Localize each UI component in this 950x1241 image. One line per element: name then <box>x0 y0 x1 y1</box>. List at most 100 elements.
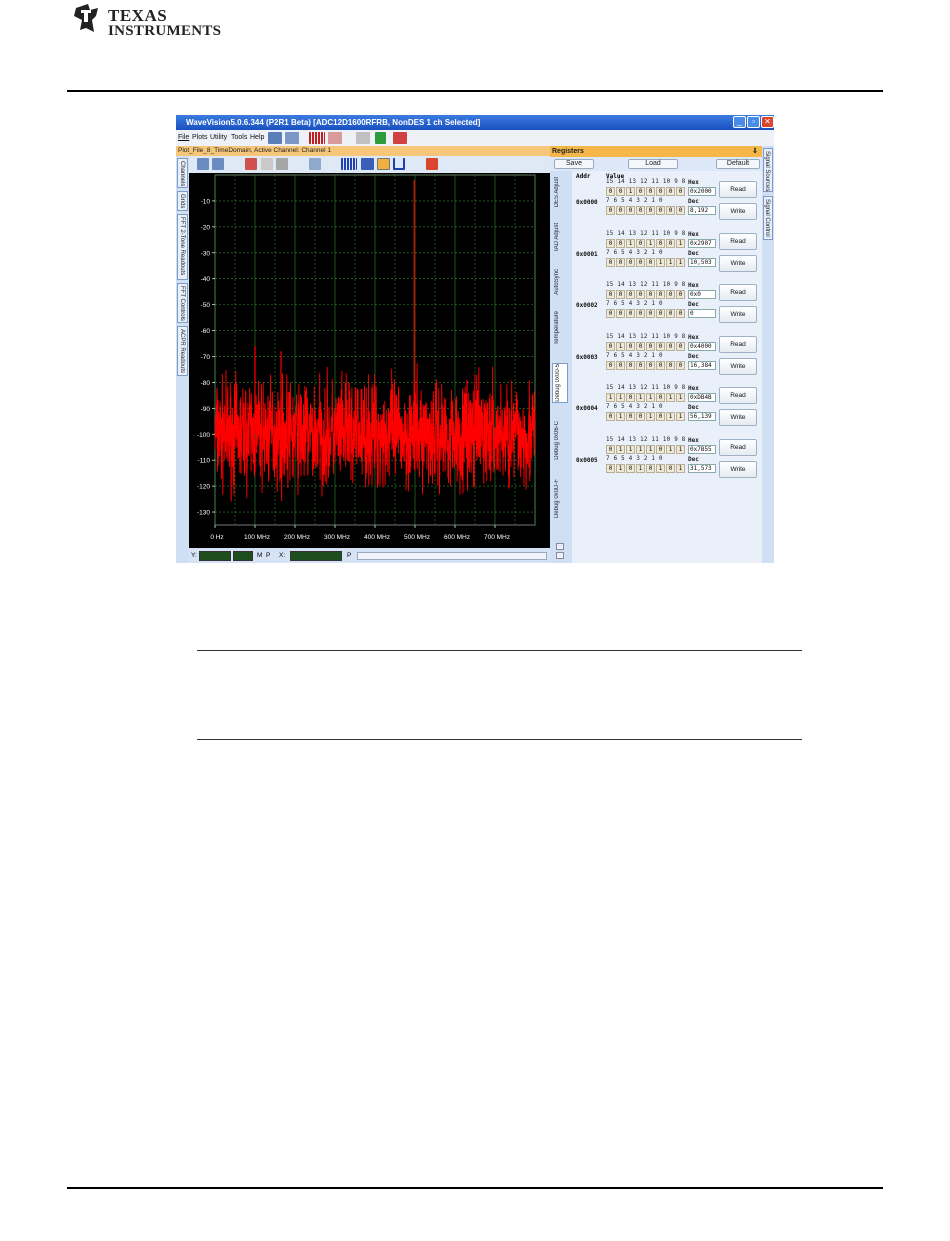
bit-cell[interactable]: 0 <box>646 360 655 370</box>
tab-debug-0x00-5[interactable]: Debug 0x00-5 <box>552 363 568 403</box>
hex-value[interactable]: 0x7B55 <box>688 444 716 454</box>
horizontal-scrollbar[interactable] <box>357 552 547 560</box>
read-button[interactable]: Read <box>719 438 757 456</box>
write-button[interactable]: Write <box>719 254 757 272</box>
load-button[interactable]: Load <box>628 159 678 169</box>
hex-value[interactable]: 0x4000 <box>688 341 716 351</box>
export-icon[interactable] <box>285 132 299 144</box>
bit-cell[interactable]: 0 <box>646 257 655 267</box>
plot-document-tab[interactable]: Plot_File_8_TimeDomain, Active Channel: … <box>176 146 550 156</box>
m-toggle[interactable]: M <box>257 552 262 559</box>
bit-cell[interactable]: 0 <box>656 412 665 421</box>
write-button[interactable]: Write <box>719 203 757 220</box>
write-button[interactable]: Write <box>719 409 757 426</box>
tab-debug-0x06-c[interactable]: Debug 0x06-C <box>554 421 568 460</box>
expand-icon[interactable] <box>556 552 564 559</box>
time-domain-icon[interactable] <box>341 158 357 170</box>
bit-cell[interactable]: 0 <box>626 360 635 370</box>
hex-value[interactable]: 0x2000 <box>688 187 716 196</box>
bit-cell[interactable]: 0 <box>626 257 635 267</box>
eraser-icon[interactable] <box>261 158 273 170</box>
bit-cell[interactable]: 0 <box>676 290 685 299</box>
bit-cell[interactable]: 0 <box>666 463 675 473</box>
save-icon[interactable] <box>268 132 282 144</box>
refresh-icon[interactable] <box>375 132 386 144</box>
bit-cell[interactable]: 0 <box>676 309 685 318</box>
menu-plots[interactable]: Plots <box>192 130 208 146</box>
spectrum-icon[interactable] <box>377 158 390 170</box>
bit-cell[interactable]: 0 <box>606 412 615 421</box>
bit-cell[interactable]: 0 <box>626 341 635 351</box>
tab-acpr-readouts[interactable]: ACPR Readouts <box>177 326 188 376</box>
save-button[interactable]: Save <box>554 159 594 169</box>
bit-cell[interactable]: 0 <box>636 257 645 267</box>
tab-grids[interactable]: Grids <box>177 191 188 211</box>
write-button[interactable]: Write <box>719 357 757 375</box>
bit-cell[interactable]: 0 <box>606 257 615 267</box>
bit-cell[interactable]: 0 <box>656 444 665 454</box>
bit-cell[interactable]: 0 <box>656 360 665 370</box>
bit-cell[interactable]: 0 <box>676 187 685 196</box>
bit-cell[interactable]: 1 <box>646 412 655 421</box>
p-toggle[interactable]: P <box>266 552 270 559</box>
default-button[interactable]: Default <box>716 159 760 169</box>
minimize-button[interactable]: _ <box>733 116 746 128</box>
p2-toggle[interactable]: P <box>347 552 351 559</box>
dec-value[interactable]: 31,573 <box>688 463 716 473</box>
bit-cell[interactable]: 1 <box>616 393 625 402</box>
dec-value[interactable]: 10,503 <box>688 257 716 267</box>
hex-value[interactable]: 0x2907 <box>688 238 716 248</box>
read-button[interactable]: Read <box>719 284 757 301</box>
bit-cell[interactable]: 1 <box>606 393 615 402</box>
bit-cell[interactable]: 0 <box>626 309 635 318</box>
bit-cell[interactable]: 0 <box>646 463 655 473</box>
pin-icon[interactable]: ⇓ <box>752 146 758 157</box>
bit-cell[interactable]: 0 <box>616 257 625 267</box>
read-button[interactable]: Read <box>719 387 757 404</box>
bit-cell[interactable]: 0 <box>646 187 655 196</box>
meter-icon[interactable] <box>356 132 370 144</box>
bit-cell[interactable]: 0 <box>646 309 655 318</box>
hex-value[interactable]: 0xDB4B <box>688 393 716 402</box>
bit-cell[interactable]: 1 <box>616 444 625 454</box>
fft-plot[interactable]: -10 -20 -30 -40 -50 -60 -70 -80 -90 -100 -110 -120 -… <box>189 173 550 548</box>
close-button[interactable]: ✕ <box>761 116 774 128</box>
bit-cell[interactable]: 0 <box>606 309 615 318</box>
tab-des-adjust[interactable]: DES Adjust <box>554 177 568 207</box>
bit-cell[interactable]: 0 <box>656 309 665 318</box>
tab-signal-control[interactable]: Signal Control <box>763 196 773 240</box>
bit-cell[interactable]: 1 <box>626 187 635 196</box>
bit-cell[interactable]: 0 <box>676 341 685 351</box>
bit-cell[interactable]: 0 <box>636 341 645 351</box>
bit-cell[interactable]: 0 <box>606 290 615 299</box>
bit-cell[interactable]: 0 <box>606 360 615 370</box>
bit-cell[interactable]: 0 <box>666 187 675 196</box>
bit-cell[interactable]: 1 <box>626 238 635 248</box>
bit-cell[interactable]: 0 <box>646 206 655 215</box>
read-button[interactable]: Read <box>719 181 757 198</box>
bit-cell[interactable]: 1 <box>626 444 635 454</box>
tab-signal-sources[interactable]: Signal Sources <box>763 148 773 192</box>
bit-cell[interactable]: 0 <box>606 238 615 248</box>
plot-saveas-icon[interactable] <box>212 158 224 170</box>
bit-cell[interactable]: 1 <box>656 463 665 473</box>
bit-cell[interactable]: 1 <box>646 393 655 402</box>
menu-tools[interactable]: Tools <box>231 130 247 146</box>
write-button[interactable]: Write <box>719 306 757 323</box>
bit-cell[interactable]: 0 <box>606 187 615 196</box>
bit-cell[interactable]: 0 <box>606 341 615 351</box>
bit-cell[interactable]: 0 <box>636 309 645 318</box>
bit-cell[interactable]: 0 <box>636 412 645 421</box>
tab-temperature[interactable]: Temperature <box>554 311 568 345</box>
bit-cell[interactable]: 0 <box>606 463 615 473</box>
bit-cell[interactable]: 0 <box>646 341 655 351</box>
swap-icon[interactable] <box>309 158 321 170</box>
tab-fft-controls[interactable]: FFT Controls <box>177 283 188 323</box>
bit-cell[interactable]: 0 <box>646 290 655 299</box>
bars-icon[interactable] <box>328 132 342 144</box>
bit-cell[interactable]: 0 <box>666 290 675 299</box>
bit-cell[interactable]: 0 <box>666 341 675 351</box>
bit-cell[interactable]: 0 <box>636 238 645 248</box>
bit-cell[interactable]: 0 <box>616 206 625 215</box>
bit-cell[interactable]: 1 <box>646 238 655 248</box>
